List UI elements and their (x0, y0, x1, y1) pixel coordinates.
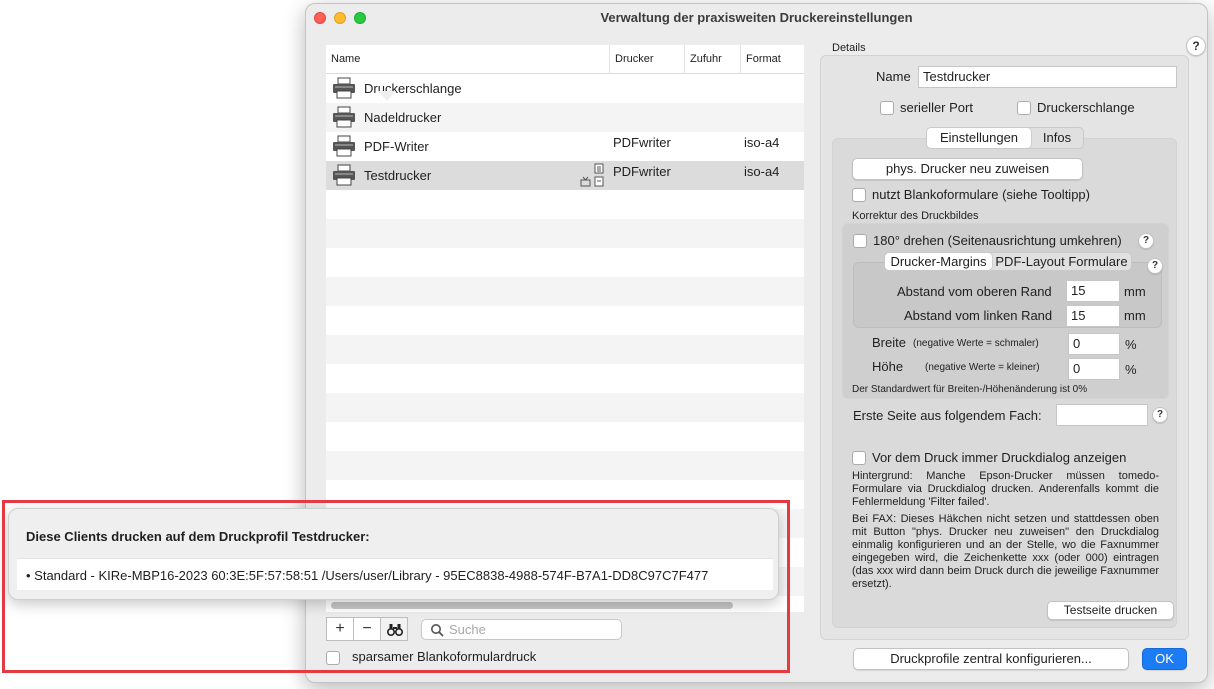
popover-arrow (378, 91, 396, 101)
empty-row (326, 277, 804, 306)
printer-icon (333, 164, 355, 186)
serial-port-label: serieller Port (900, 100, 973, 115)
clients-popover: Diese Clients drucken auf dem Druckprofi… (8, 508, 779, 600)
width-label: Breite (872, 335, 906, 350)
horizontal-scrollbar[interactable] (331, 602, 733, 609)
blank-forms-label: nutzt Blankoformulare (siehe Tooltipp) (872, 187, 1090, 202)
top-margin-unit: mm (1124, 284, 1146, 299)
empty-row (326, 451, 804, 480)
search-icon (431, 624, 444, 637)
rotate-label: 180° drehen (Seitenausrichtung umkehren) (873, 233, 1122, 248)
height-input[interactable]: 0 (1068, 358, 1120, 380)
first-page-input[interactable] (1056, 404, 1148, 426)
search-field[interactable]: Suche (421, 619, 622, 640)
test-page-button[interactable]: Testseite drucken (1047, 601, 1174, 620)
document-icon (594, 163, 604, 174)
ok-button[interactable]: OK (1142, 648, 1187, 670)
queue-label: Druckerschlange (1037, 100, 1135, 115)
left-margin-input[interactable]: 15 (1066, 305, 1120, 327)
subtab-pdf-layout[interactable]: PDF-Layout Formulare (992, 253, 1131, 270)
subtab-margins[interactable]: Drucker-Margins (885, 253, 992, 270)
format-icon (594, 176, 604, 187)
row-name: Testdrucker (364, 168, 432, 183)
width-hint: (negative Werte = schmaler) (913, 338, 1039, 349)
zoom-window-button[interactable] (354, 12, 366, 24)
width-input[interactable]: 0 (1068, 333, 1120, 355)
column-printer[interactable]: Drucker (609, 45, 684, 74)
empty-row (326, 335, 804, 364)
first-page-label: Erste Seite aus folgendem Fach: (853, 408, 1042, 423)
name-label: Name (876, 69, 911, 84)
configure-profiles-button[interactable]: Druckprofile zentral konfigurieren... (853, 648, 1129, 670)
table-row[interactable]: Druckerschlange (326, 74, 804, 103)
empty-row (326, 393, 804, 422)
printer-icon (333, 106, 355, 128)
column-name[interactable]: Name (326, 45, 609, 74)
help-button-main[interactable]: ? (1186, 36, 1206, 56)
printer-icon (333, 135, 355, 157)
tab-info[interactable]: Infos (1031, 128, 1083, 148)
reassign-printer-button[interactable]: phys. Drucker neu zuweisen (852, 158, 1083, 180)
clients-button[interactable] (380, 617, 408, 641)
first-page-help-button[interactable]: ? (1152, 407, 1168, 423)
blank-forms-checkbox[interactable] (852, 188, 866, 202)
row-name: Nadeldrucker (364, 110, 442, 125)
column-feed[interactable]: Zufuhr (684, 45, 740, 74)
table-row[interactable]: PDF-Writer PDFwriter iso-a4 (326, 132, 804, 161)
correction-label: Korrektur des Druckbildes (852, 210, 979, 222)
default-note: Der Standardwert für Breiten-/Höhenänder… (852, 384, 1088, 395)
tray-icon (580, 176, 591, 187)
popover-title: Diese Clients drucken auf dem Druckprofi… (26, 529, 370, 544)
table-row-selected[interactable]: Testdrucker PDFwriter iso-a4 (326, 161, 804, 190)
row-name: PDF-Writer (364, 139, 429, 154)
width-unit: % (1125, 337, 1137, 352)
client-list-item[interactable]: • Standard - KIRe-MBP16-2023 60:3E:5F:57… (26, 568, 708, 583)
add-printer-button[interactable]: + (326, 617, 354, 641)
tab-settings[interactable]: Einstellungen (927, 128, 1031, 148)
rotate-help-button[interactable]: ? (1138, 233, 1154, 249)
economy-label: sparsamer Blankoformulardruck (352, 649, 537, 664)
fax-text: Bei FAX: Dieses Häkchen nicht setzen und… (852, 513, 1159, 590)
popover-client-list: • Standard - KIRe-MBP16-2023 60:3E:5F:57… (17, 558, 773, 590)
economy-checkbox[interactable] (326, 651, 340, 665)
name-input[interactable]: Testdrucker (918, 66, 1177, 88)
background-text: Hintergrund: Manche Epson-Drucker müssen… (852, 470, 1159, 508)
table-row[interactable]: Nadeldrucker (326, 103, 804, 132)
minimize-window-button[interactable] (334, 12, 346, 24)
row-printer: PDFwriter (613, 135, 671, 150)
table-header: Name Drucker Zufuhr Format (326, 45, 804, 74)
height-unit: % (1125, 362, 1137, 377)
printer-icon (333, 77, 355, 99)
close-window-button[interactable] (314, 12, 326, 24)
empty-row (326, 219, 804, 248)
height-label: Höhe (872, 359, 904, 374)
column-format[interactable]: Format (740, 45, 804, 74)
details-section-label: Details (832, 42, 866, 54)
row-format: iso-a4 (744, 164, 780, 179)
row-format: iso-a4 (744, 135, 780, 150)
window-title: Verwaltung der praxisweiten Druckereinst… (600, 10, 913, 25)
margins-subtabs: Drucker-Margins PDF-Layout Formulare (884, 252, 1132, 271)
top-margin-input[interactable]: 15 (1066, 280, 1120, 302)
margins-help-button[interactable]: ? (1147, 258, 1163, 274)
left-margin-label: Abstand vom linken Rand (904, 308, 1053, 323)
dialog-checkbox[interactable] (852, 451, 866, 465)
remove-printer-button[interactable]: − (353, 617, 381, 641)
dialog-label: Vor dem Druck immer Druckdialog anzeigen (872, 450, 1127, 465)
height-hint: (negative Werte = kleiner) (925, 362, 1040, 373)
row-printer: PDFwriter (613, 164, 671, 179)
search-placeholder: Suche (449, 622, 486, 637)
settings-tabs: Einstellungen Infos (926, 127, 1084, 149)
left-margin-unit: mm (1124, 308, 1146, 323)
binoculars-icon (387, 624, 403, 636)
serial-port-checkbox[interactable] (880, 101, 894, 115)
top-margin-label: Abstand vom oberen Rand (897, 284, 1052, 299)
queue-checkbox[interactable] (1017, 101, 1031, 115)
rotate-checkbox[interactable] (853, 234, 867, 248)
